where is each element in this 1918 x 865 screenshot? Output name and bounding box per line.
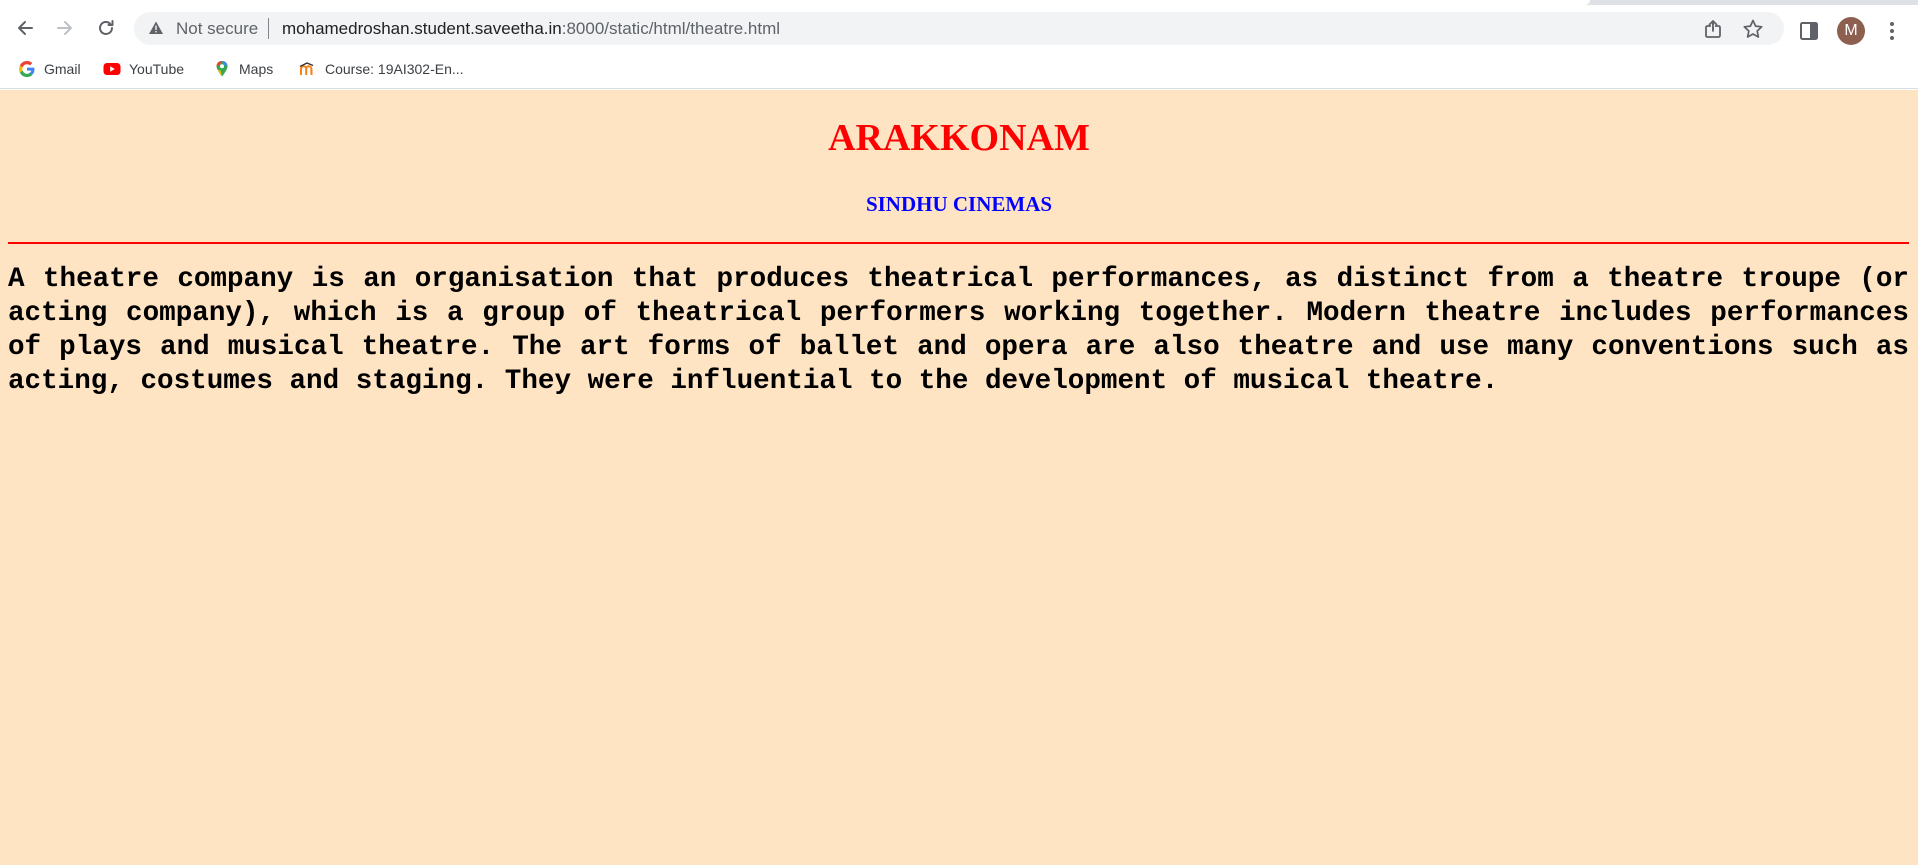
share-icon[interactable] [1702, 18, 1724, 40]
url-path: :8000/static/html/theatre.html [561, 19, 781, 38]
google-icon [19, 61, 35, 77]
address-bar[interactable]: Not secure mohamedroshan.student.saveeth… [134, 12, 1784, 45]
page-body: ARAKKONAM SINDHU CINEMAS A theatre compa… [0, 90, 1918, 865]
security-status-label[interactable]: Not secure [176, 19, 258, 39]
kebab-menu-icon[interactable] [1880, 19, 1904, 43]
profile-avatar[interactable]: M [1837, 17, 1865, 45]
reload-icon [99, 20, 114, 35]
omnibox-divider [268, 18, 269, 39]
warning-triangle-icon[interactable] [148, 20, 164, 36]
description-paragraph: A theatre company is an organisation tha… [8, 264, 1909, 397]
bookmark-label: Course: 19AI302-En... [325, 61, 464, 77]
bookmark-youtube[interactable]: YouTube [103, 58, 184, 80]
bookmark-label: Gmail [44, 61, 81, 77]
bookmark-label: Maps [239, 61, 274, 77]
bookmarks-bar: Gmail YouTube Maps Course: 19AI302-En... [0, 50, 1918, 89]
bookmark-maps[interactable]: Maps [213, 58, 273, 80]
bookmark-gmail[interactable]: Gmail [18, 58, 81, 80]
maps-pin-icon [216, 61, 228, 77]
browser-toolbar: Not secure mohamedroshan.student.saveeth… [0, 5, 1918, 50]
url-text[interactable]: mohamedroshan.student.saveetha.in:8000/s… [282, 19, 780, 39]
url-host: mohamedroshan.student.saveetha.in [282, 19, 562, 38]
forward-button[interactable] [50, 13, 80, 43]
back-arrow-icon [18, 21, 33, 35]
side-panel-icon[interactable] [1797, 19, 1821, 43]
reload-button[interactable] [91, 13, 121, 43]
back-button[interactable] [10, 13, 40, 43]
horizontal-rule [8, 242, 1909, 244]
star-icon[interactable] [1742, 18, 1764, 40]
page-subtitle: SINDHU CINEMAS [865, 192, 1053, 216]
forward-arrow-icon [57, 21, 72, 35]
bookmark-label: YouTube [129, 61, 185, 77]
moodle-icon [299, 62, 314, 75]
page-title: ARAKKONAM [828, 117, 1090, 159]
bookmark-course[interactable]: Course: 19AI302-En... [299, 58, 464, 80]
youtube-icon [103, 63, 121, 75]
